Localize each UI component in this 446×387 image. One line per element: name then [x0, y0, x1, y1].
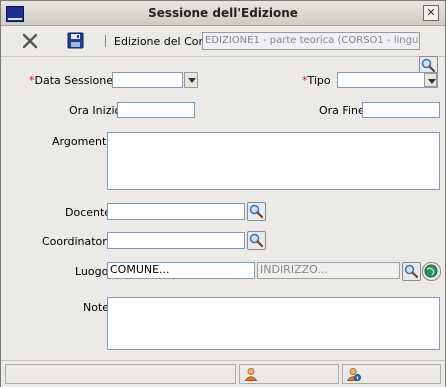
- tipo-select[interactable]: [337, 72, 438, 88]
- status-panel-message: [5, 364, 236, 384]
- tipo-dropdown-button[interactable]: [424, 73, 437, 87]
- window-title: Sessione dell'Edizione: [148, 6, 298, 20]
- ora-fine-label: Ora Fine: [319, 104, 365, 117]
- ora-fine-input[interactable]: [362, 102, 440, 118]
- ora-inizio-label: Ora Inizio: [69, 104, 122, 117]
- luogo-map-button[interactable]: [422, 262, 441, 281]
- coordinatore-input[interactable]: [107, 232, 245, 249]
- status-panel-user: [239, 364, 339, 384]
- search-icon: [421, 58, 435, 72]
- note-textarea[interactable]: [107, 297, 440, 350]
- search-icon: [249, 204, 263, 218]
- toolbar: Edizione del Corso EDIZIONE1 - parte teo…: [1, 26, 445, 75]
- argomento-textarea[interactable]: [107, 132, 440, 190]
- status-panel-user-info: [342, 364, 441, 384]
- data-sessione-dropdown-button[interactable]: [184, 72, 198, 88]
- tipo-label: *Tipo: [302, 74, 331, 87]
- argomento-label: Argomento: [52, 135, 114, 148]
- title-bar[interactable]: Sessione dell'Edizione ✕: [1, 1, 445, 26]
- search-icon: [404, 264, 418, 278]
- data-sessione-label: *Data Sessione: [29, 74, 113, 87]
- globe-icon: [424, 264, 438, 278]
- status-bar: [1, 360, 445, 387]
- edition-label: Edizione del Corso: [114, 35, 216, 48]
- luogo-label: Luogo: [75, 265, 109, 278]
- ora-inizio-input[interactable]: [117, 102, 195, 118]
- search-icon: [249, 233, 263, 247]
- note-label: Note: [83, 301, 110, 314]
- user-info-icon: [347, 368, 361, 381]
- luogo-search-button[interactable]: [402, 262, 421, 281]
- window-close-button[interactable]: ✕: [423, 5, 439, 21]
- luogo-indirizzo-input[interactable]: INDIRIZZO...: [257, 262, 400, 279]
- cancel-button[interactable]: [21, 32, 41, 50]
- docente-label: Docente: [65, 206, 112, 219]
- edition-field[interactable]: EDIZIONE1 - parte teorica (CORSO1 - ling…: [202, 32, 420, 50]
- close-x-icon: [22, 33, 38, 49]
- toolbar-separator: [105, 35, 106, 47]
- floppy-disk-icon: [67, 32, 84, 49]
- coordinatore-label: Coordinatore: [42, 235, 114, 248]
- save-button[interactable]: [67, 32, 87, 50]
- data-sessione-input[interactable]: [112, 72, 183, 88]
- docente-input[interactable]: [107, 203, 245, 220]
- coordinatore-search-button[interactable]: [247, 231, 266, 250]
- docente-search-button[interactable]: [247, 202, 266, 221]
- luogo-comune-input[interactable]: COMUNE...: [107, 262, 255, 279]
- user-icon: [244, 368, 258, 381]
- dialog-window: Sessione dell'Edizione ✕ Edizione del Co…: [0, 0, 446, 387]
